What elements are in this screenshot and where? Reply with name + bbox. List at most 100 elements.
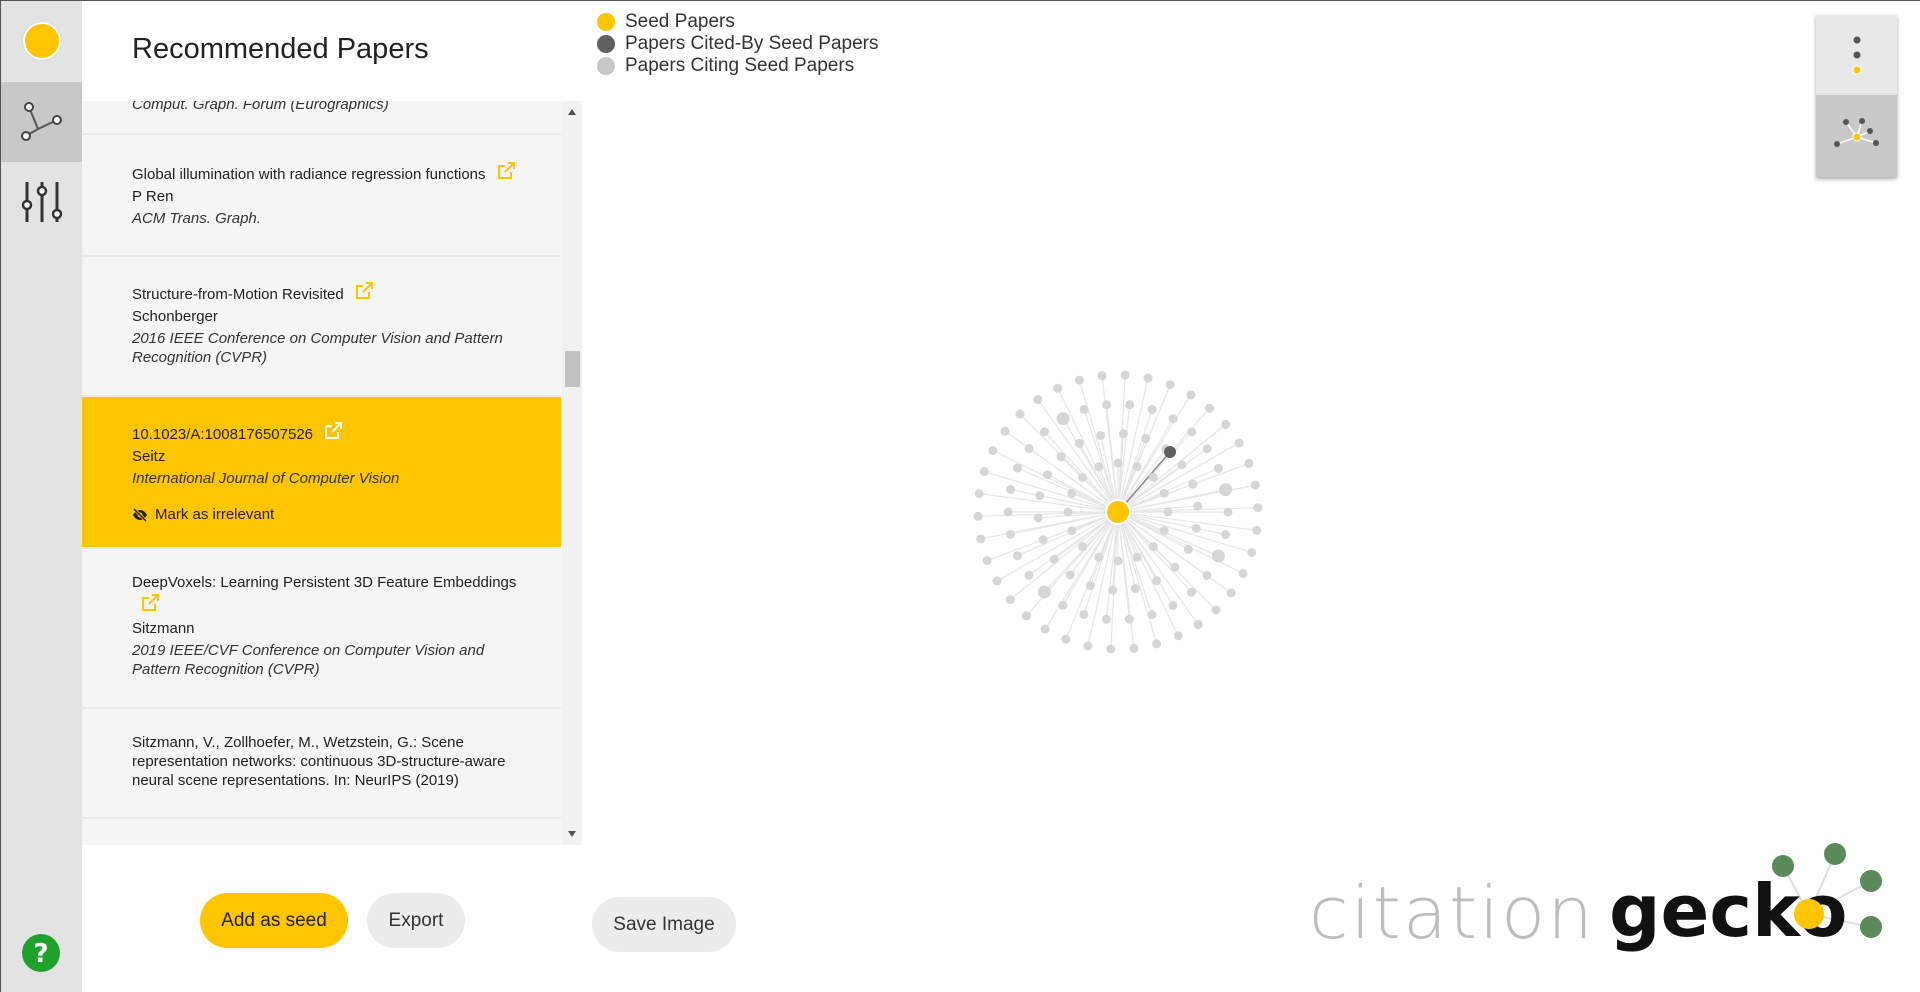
citing-paper-node[interactable] [1147, 610, 1157, 620]
citing-paper-node[interactable] [1221, 419, 1231, 429]
citing-paper-node[interactable] [1065, 570, 1075, 580]
citing-paper-node[interactable] [1250, 480, 1260, 490]
citing-paper-node[interactable] [1113, 458, 1123, 468]
citing-paper-node[interactable] [973, 511, 983, 521]
paper-list-item[interactable]: DeepVoxels: Learning Persistent 3D Featu… [82, 549, 561, 709]
citing-paper-node[interactable] [1223, 507, 1233, 517]
citing-paper-node[interactable] [1079, 609, 1089, 619]
citing-paper-node[interactable] [1094, 462, 1104, 472]
citing-paper-node[interactable] [1173, 631, 1183, 641]
citing-paper-node[interactable] [1132, 462, 1142, 472]
mark-irrelevant-button[interactable]: Mark as irrelevant [132, 506, 531, 523]
citing-paper-node[interactable] [1129, 643, 1139, 653]
scroll-up-arrow-icon[interactable] [568, 109, 576, 115]
network-nav-button[interactable] [1, 82, 82, 162]
citing-paper-node[interactable] [1253, 503, 1263, 513]
citing-paper-node[interactable] [1056, 452, 1066, 462]
external-link-icon[interactable] [354, 281, 374, 301]
citing-paper-node[interactable] [1165, 380, 1175, 390]
external-link-icon[interactable] [140, 593, 160, 613]
citing-paper-node[interactable] [1005, 595, 1015, 605]
citing-paper-node[interactable] [1102, 400, 1112, 410]
paper-list-item[interactable] [82, 819, 561, 845]
citing-paper-node[interactable] [1101, 614, 1111, 624]
citing-paper-node[interactable] [1159, 526, 1169, 536]
citing-paper-node[interactable] [1005, 484, 1015, 494]
seed-papers-nav-button[interactable] [1, 1, 82, 81]
citing-paper-node[interactable] [1053, 383, 1063, 393]
citing-paper-node[interactable] [1012, 551, 1022, 561]
citing-paper-node[interactable] [992, 576, 1002, 586]
citing-paper-node[interactable] [1148, 472, 1158, 482]
citing-paper-node[interactable] [1038, 535, 1048, 545]
paper-list-viewport[interactable]: Comput. Graph. Forum (Eurographics) Glob… [82, 101, 582, 845]
citing-paper-node[interactable] [974, 489, 984, 499]
citing-paper-node[interactable] [1177, 460, 1187, 470]
citing-paper-node[interactable] [1079, 404, 1089, 414]
citing-paper-node[interactable] [1039, 427, 1049, 437]
citing-paper-node[interactable] [1159, 488, 1169, 498]
citing-paper-node[interactable] [1168, 414, 1178, 424]
citing-paper-node[interactable] [1056, 412, 1070, 426]
citing-paper-node[interactable] [1152, 639, 1162, 649]
citing-paper-node[interactable] [1015, 409, 1025, 419]
citing-paper-node[interactable] [1067, 488, 1077, 498]
citing-paper-node[interactable] [1106, 644, 1116, 654]
citing-paper-node[interactable] [1120, 370, 1130, 380]
citing-paper-node[interactable] [1035, 491, 1045, 501]
paper-list-item[interactable]: Sitzmann, V., Zollhoefer, M., Wetzstein,… [82, 709, 561, 819]
citing-paper-node[interactable] [1124, 614, 1134, 624]
citing-paper-node[interactable] [1005, 529, 1015, 539]
citing-paper-node[interactable] [1094, 552, 1104, 562]
citing-paper-node[interactable] [1186, 390, 1196, 400]
citing-paper-node[interactable] [1074, 438, 1084, 448]
citing-paper-node[interactable] [1202, 570, 1212, 580]
citing-paper-node[interactable] [1085, 581, 1095, 591]
citing-paper-node[interactable] [1168, 600, 1178, 610]
help-button[interactable]: ? [21, 933, 61, 973]
citing-paper-node[interactable] [1141, 433, 1151, 443]
citing-paper-node[interactable] [1202, 444, 1212, 454]
citing-paper-node[interactable] [1078, 472, 1088, 482]
citing-paper-node[interactable] [1252, 525, 1262, 535]
list-view-button[interactable] [1816, 15, 1897, 95]
citing-paper-node[interactable] [1143, 373, 1153, 383]
citing-paper-node[interactable] [1214, 463, 1224, 473]
citing-paper-node[interactable] [1147, 405, 1157, 415]
citing-paper-node[interactable] [1118, 429, 1128, 439]
citing-paper-node[interactable] [1043, 470, 1053, 480]
citing-paper-node[interactable] [1188, 479, 1198, 489]
citing-paper-node[interactable] [1187, 587, 1197, 597]
paper-list-item-selected[interactable]: 10.1023/A:1008176507526 Seitz Internatio… [82, 397, 561, 549]
citing-paper-node[interactable] [1193, 619, 1203, 629]
citing-paper-node[interactable] [1074, 375, 1084, 385]
external-link-icon[interactable] [496, 161, 516, 181]
citing-paper-node[interactable] [1040, 624, 1050, 634]
citing-paper-node[interactable] [1221, 530, 1231, 540]
citing-paper-node[interactable] [979, 467, 989, 477]
list-scrollbar[interactable] [562, 101, 582, 845]
citing-paper-node[interactable] [1211, 605, 1221, 615]
scroll-down-arrow-icon[interactable] [568, 831, 576, 837]
citing-paper-node[interactable] [1013, 463, 1023, 473]
citing-paper-node[interactable] [976, 534, 986, 544]
citing-paper-node[interactable] [1226, 588, 1236, 598]
citing-paper-node[interactable] [1024, 570, 1034, 580]
citing-paper-node[interactable] [1096, 430, 1106, 440]
paper-list-item[interactable]: Global illumination with radiance regres… [82, 135, 561, 257]
citing-paper-node[interactable] [982, 556, 992, 566]
paper-list-item[interactable]: Comput. Graph. Forum (Eurographics) [82, 101, 561, 135]
cited-by-paper-node[interactable] [1164, 446, 1176, 458]
paper-list-item[interactable]: Structure-from-Motion Revisited Schonber… [82, 257, 561, 397]
citing-paper-node[interactable] [1108, 585, 1118, 595]
citing-paper-node[interactable] [1067, 526, 1077, 536]
citation-network-graph[interactable] [941, 331, 1361, 691]
citing-paper-node[interactable] [1049, 554, 1059, 564]
citing-paper-node[interactable] [1152, 576, 1162, 586]
citing-paper-node[interactable] [1113, 556, 1123, 566]
citing-paper-node[interactable] [1024, 444, 1034, 454]
citing-paper-node[interactable] [1211, 549, 1225, 563]
citing-paper-node[interactable] [1078, 542, 1088, 552]
citing-paper-node[interactable] [1063, 507, 1073, 517]
citing-paper-node[interactable] [1130, 584, 1140, 594]
